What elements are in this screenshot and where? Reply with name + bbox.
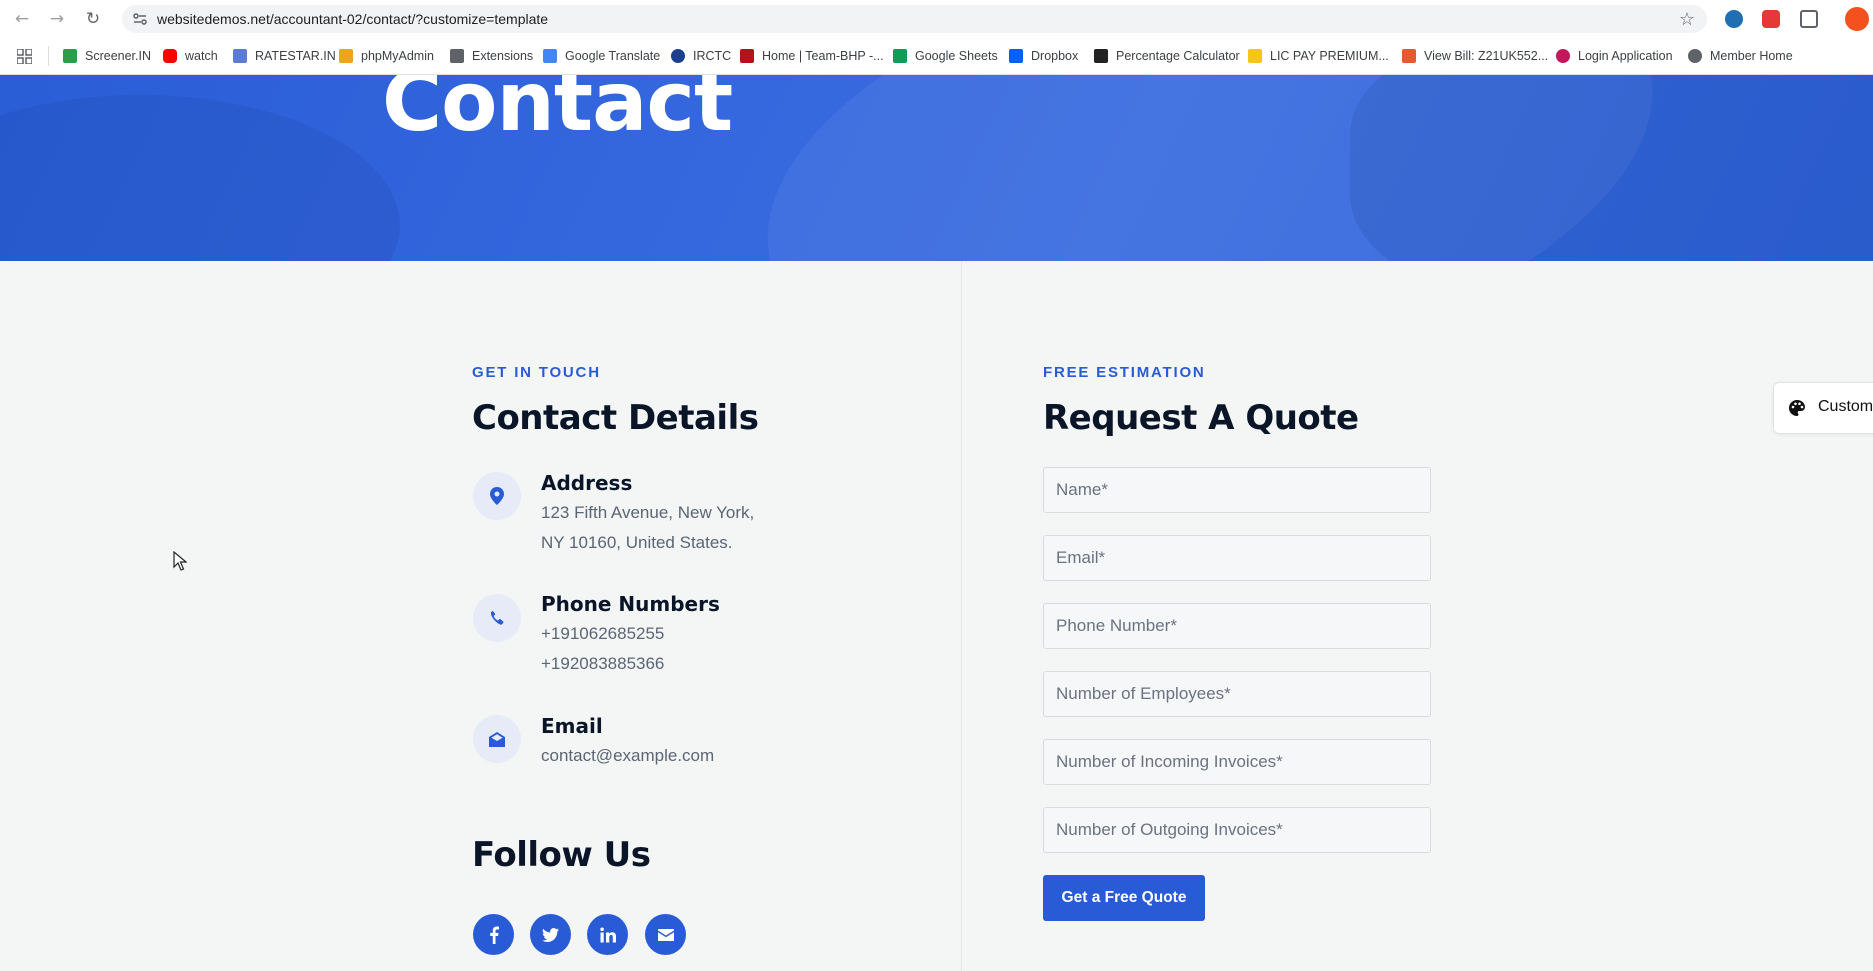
column-divider [961, 261, 962, 971]
quote-eyebrow: FREE ESTIMATION [1043, 364, 1206, 381]
address-title: Address [541, 471, 633, 495]
email-title: Email [541, 714, 603, 738]
incoming-invoices-field[interactable] [1043, 739, 1431, 785]
bookmark-extensions[interactable]: Extensions [450, 47, 533, 65]
url-text[interactable]: websitedemos.net/accountant-02/contact/?… [157, 11, 548, 27]
bookmarks-divider [48, 46, 49, 66]
follow-us-heading: Follow Us [472, 835, 651, 875]
phone-line-1: +191062685255 [541, 624, 665, 643]
palette-icon [1789, 400, 1805, 416]
puzzle-icon [450, 49, 464, 63]
envelope-icon[interactable] [645, 914, 686, 955]
site-info-icon[interactable] [132, 11, 148, 27]
forward-icon[interactable]: → [46, 8, 68, 30]
brave-shield-icon[interactable] [1762, 10, 1780, 28]
facebook-icon[interactable] [473, 914, 514, 955]
bookmark-member-home[interactable]: Member Home [1688, 47, 1793, 65]
extensions-puzzle-icon[interactable] [1800, 10, 1818, 28]
google-translate-icon [543, 49, 557, 63]
bookmark-team-bhp[interactable]: Home | Team-BHP -... [740, 47, 884, 65]
phone-icon [473, 594, 521, 642]
extension-globe-icon[interactable] [1725, 10, 1743, 28]
phone-field[interactable] [1043, 603, 1431, 649]
customize-tab[interactable]: Custom [1773, 382, 1873, 434]
address-line-1: 123 Fifth Avenue, New York, [541, 503, 755, 522]
bookmark-percentage-calculator[interactable]: Percentage Calculator [1094, 47, 1240, 65]
profile-avatar[interactable] [1845, 7, 1869, 31]
bookmark-watch[interactable]: watch [163, 47, 218, 65]
bookmark-google-sheets[interactable]: Google Sheets [893, 47, 998, 65]
browser-toolbar: ← → ↻ websitedemos.net/accountant-02/con… [0, 0, 1873, 38]
get-free-quote-button[interactable]: Get a Free Quote [1043, 875, 1205, 921]
email-field[interactable] [1043, 535, 1431, 581]
address-line-2: NY 10160, United States. [541, 533, 733, 552]
name-field[interactable] [1043, 467, 1431, 513]
phone-line-2: +192083885366 [541, 654, 665, 673]
quote-heading: Request A Quote [1043, 398, 1359, 438]
bookmark-ratestar[interactable]: RATESTAR.IN [233, 47, 336, 65]
login-app-icon [1556, 49, 1570, 63]
bookmark-view-bill[interactable]: View Bill: Z21UK552... [1402, 47, 1548, 65]
apps-grid-icon[interactable] [17, 49, 32, 64]
hero-decor [1350, 75, 1873, 261]
bill-icon [1402, 49, 1416, 63]
bookmark-dropbox[interactable]: Dropbox [1009, 47, 1078, 65]
back-icon[interactable]: ← [11, 8, 33, 30]
bookmark-google-translate[interactable]: Google Translate [543, 47, 660, 65]
outgoing-invoices-field[interactable] [1043, 807, 1431, 853]
bookmark-star-icon[interactable]: ☆ [1679, 9, 1695, 30]
hero-decor [0, 95, 400, 261]
globe-icon [1688, 49, 1702, 63]
phpmyadmin-icon [339, 49, 353, 63]
twitter-icon[interactable] [530, 914, 571, 955]
reload-icon[interactable]: ↻ [82, 8, 104, 30]
employees-field[interactable] [1043, 671, 1431, 717]
linkedin-icon[interactable] [587, 914, 628, 955]
percent-icon [1094, 49, 1108, 63]
location-pin-icon [473, 472, 521, 520]
bookmark-irctc[interactable]: IRCTC [671, 47, 731, 65]
bookmark-lic-pay[interactable]: LIC PAY PREMIUM... [1248, 47, 1389, 65]
customize-label: Custom [1818, 398, 1873, 415]
contact-eyebrow: GET IN TOUCH [472, 364, 601, 381]
bookmark-screener[interactable]: Screener.IN [63, 47, 151, 65]
page-title: Contact [382, 75, 733, 150]
screener-icon [63, 49, 77, 63]
phone-title: Phone Numbers [541, 592, 720, 616]
mouse-cursor-icon [173, 551, 187, 571]
lic-icon [1248, 49, 1262, 63]
contact-heading: Contact Details [472, 398, 759, 438]
bookmark-phpmyadmin[interactable]: phpMyAdmin [339, 47, 434, 65]
ratestar-icon [233, 49, 247, 63]
bookmark-login-application[interactable]: Login Application [1556, 47, 1673, 65]
team-bhp-icon [740, 49, 754, 63]
bookmarks-bar: Screener.IN watch RATESTAR.IN phpMyAdmin… [0, 38, 1873, 75]
email-address[interactable]: contact@example.com [541, 746, 714, 766]
youtube-icon [163, 49, 177, 63]
irctc-icon [671, 49, 685, 63]
google-sheets-icon [893, 49, 907, 63]
dropbox-icon [1009, 49, 1023, 63]
address-bar[interactable]: websitedemos.net/accountant-02/contact/?… [122, 5, 1707, 33]
hero-banner: Contact [0, 75, 1873, 261]
envelope-open-icon [473, 715, 521, 763]
